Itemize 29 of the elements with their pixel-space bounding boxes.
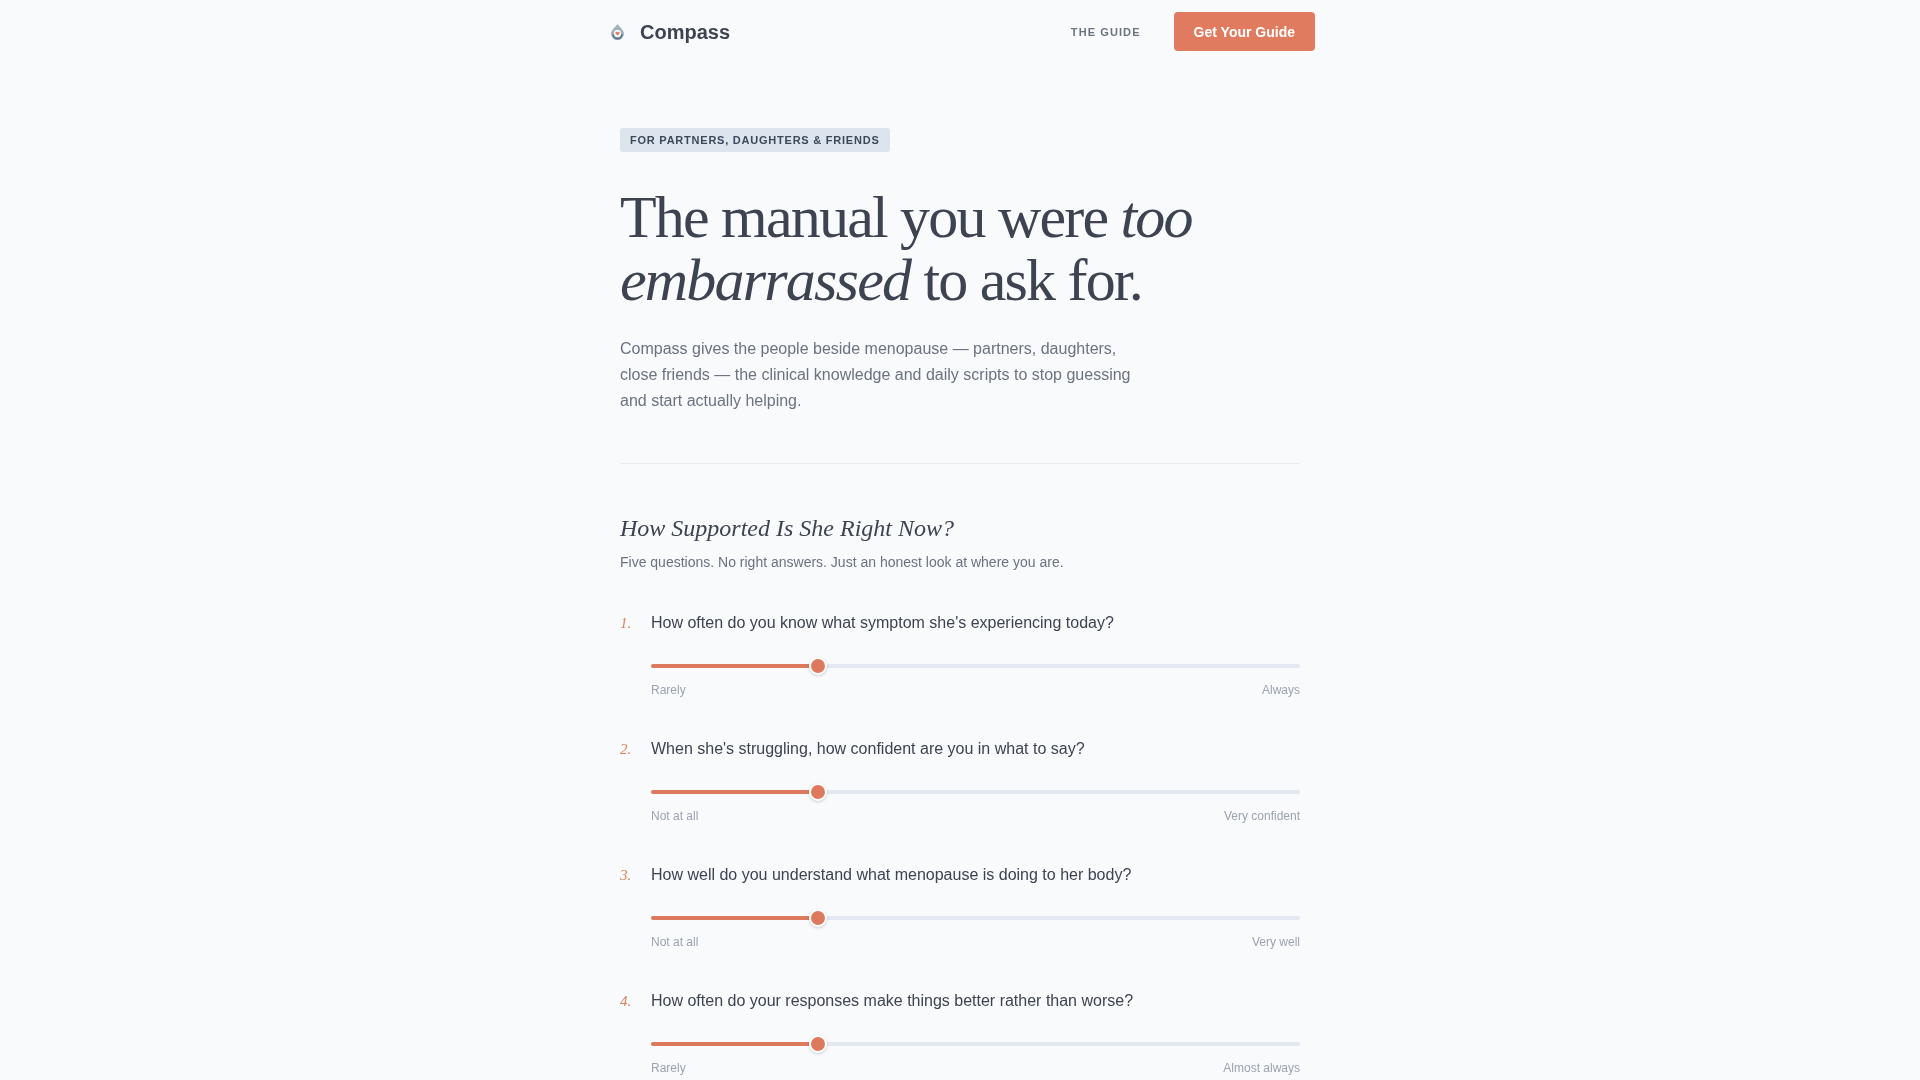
slider-thumb[interactable] <box>808 657 827 675</box>
scale-min-label: Rarely <box>651 1060 686 1076</box>
slider-thumb[interactable] <box>808 783 827 801</box>
audience-label: FOR PARTNERS, DAUGHTERS & FRIENDS <box>620 128 890 152</box>
quiz-title: How Supported Is She Right Now? <box>620 514 955 543</box>
nav-link[interactable]: THE GUIDE <box>1070 24 1141 39</box>
get-guide-button[interactable]: Get Your Guide <box>1173 12 1315 51</box>
scale-min-label: Not at all <box>651 808 699 824</box>
question-number: 3. <box>620 867 633 884</box>
slider-thumb[interactable] <box>808 1035 827 1053</box>
question-text: When she's struggling, how confident are you in what to say? <box>651 739 1085 759</box>
scale-min-label: Not at all <box>651 934 699 950</box>
question-text: How often do you know what symptom she's experiencing today? <box>651 613 1114 633</box>
scale-max-label: Very well <box>1251 934 1300 950</box>
question-number: 4. <box>620 993 633 1010</box>
question-number: 1. <box>620 615 633 632</box>
question-text: How often do your responses make things better rather than worse? <box>651 991 1134 1011</box>
intro-paragraph: Compass gives the people beside menopause — partners, daughters, close friends — the clinical knowledge and daily scripts to stop guessing and start actually helping. <box>620 339 1132 411</box>
quiz-subtitle: Five questions. No right answers. Just an honest look at where you are. <box>620 553 1065 572</box>
scale-max-label: Very confident <box>1223 808 1300 824</box>
hero-headline: The manual you were too embarrassed to ask for. <box>620 186 1193 312</box>
brand-name: Compass <box>640 19 731 44</box>
scale-max-label: Always <box>1262 682 1300 698</box>
drop-logo-icon <box>611 23 624 40</box>
scale-max-label: Almost always <box>1223 1060 1300 1076</box>
question-text: How well do you understand what menopause is doing to her body? <box>651 865 1132 885</box>
question-number: 2. <box>620 741 633 758</box>
scale-min-label: Rarely <box>651 682 686 698</box>
slider-thumb[interactable] <box>808 909 827 927</box>
